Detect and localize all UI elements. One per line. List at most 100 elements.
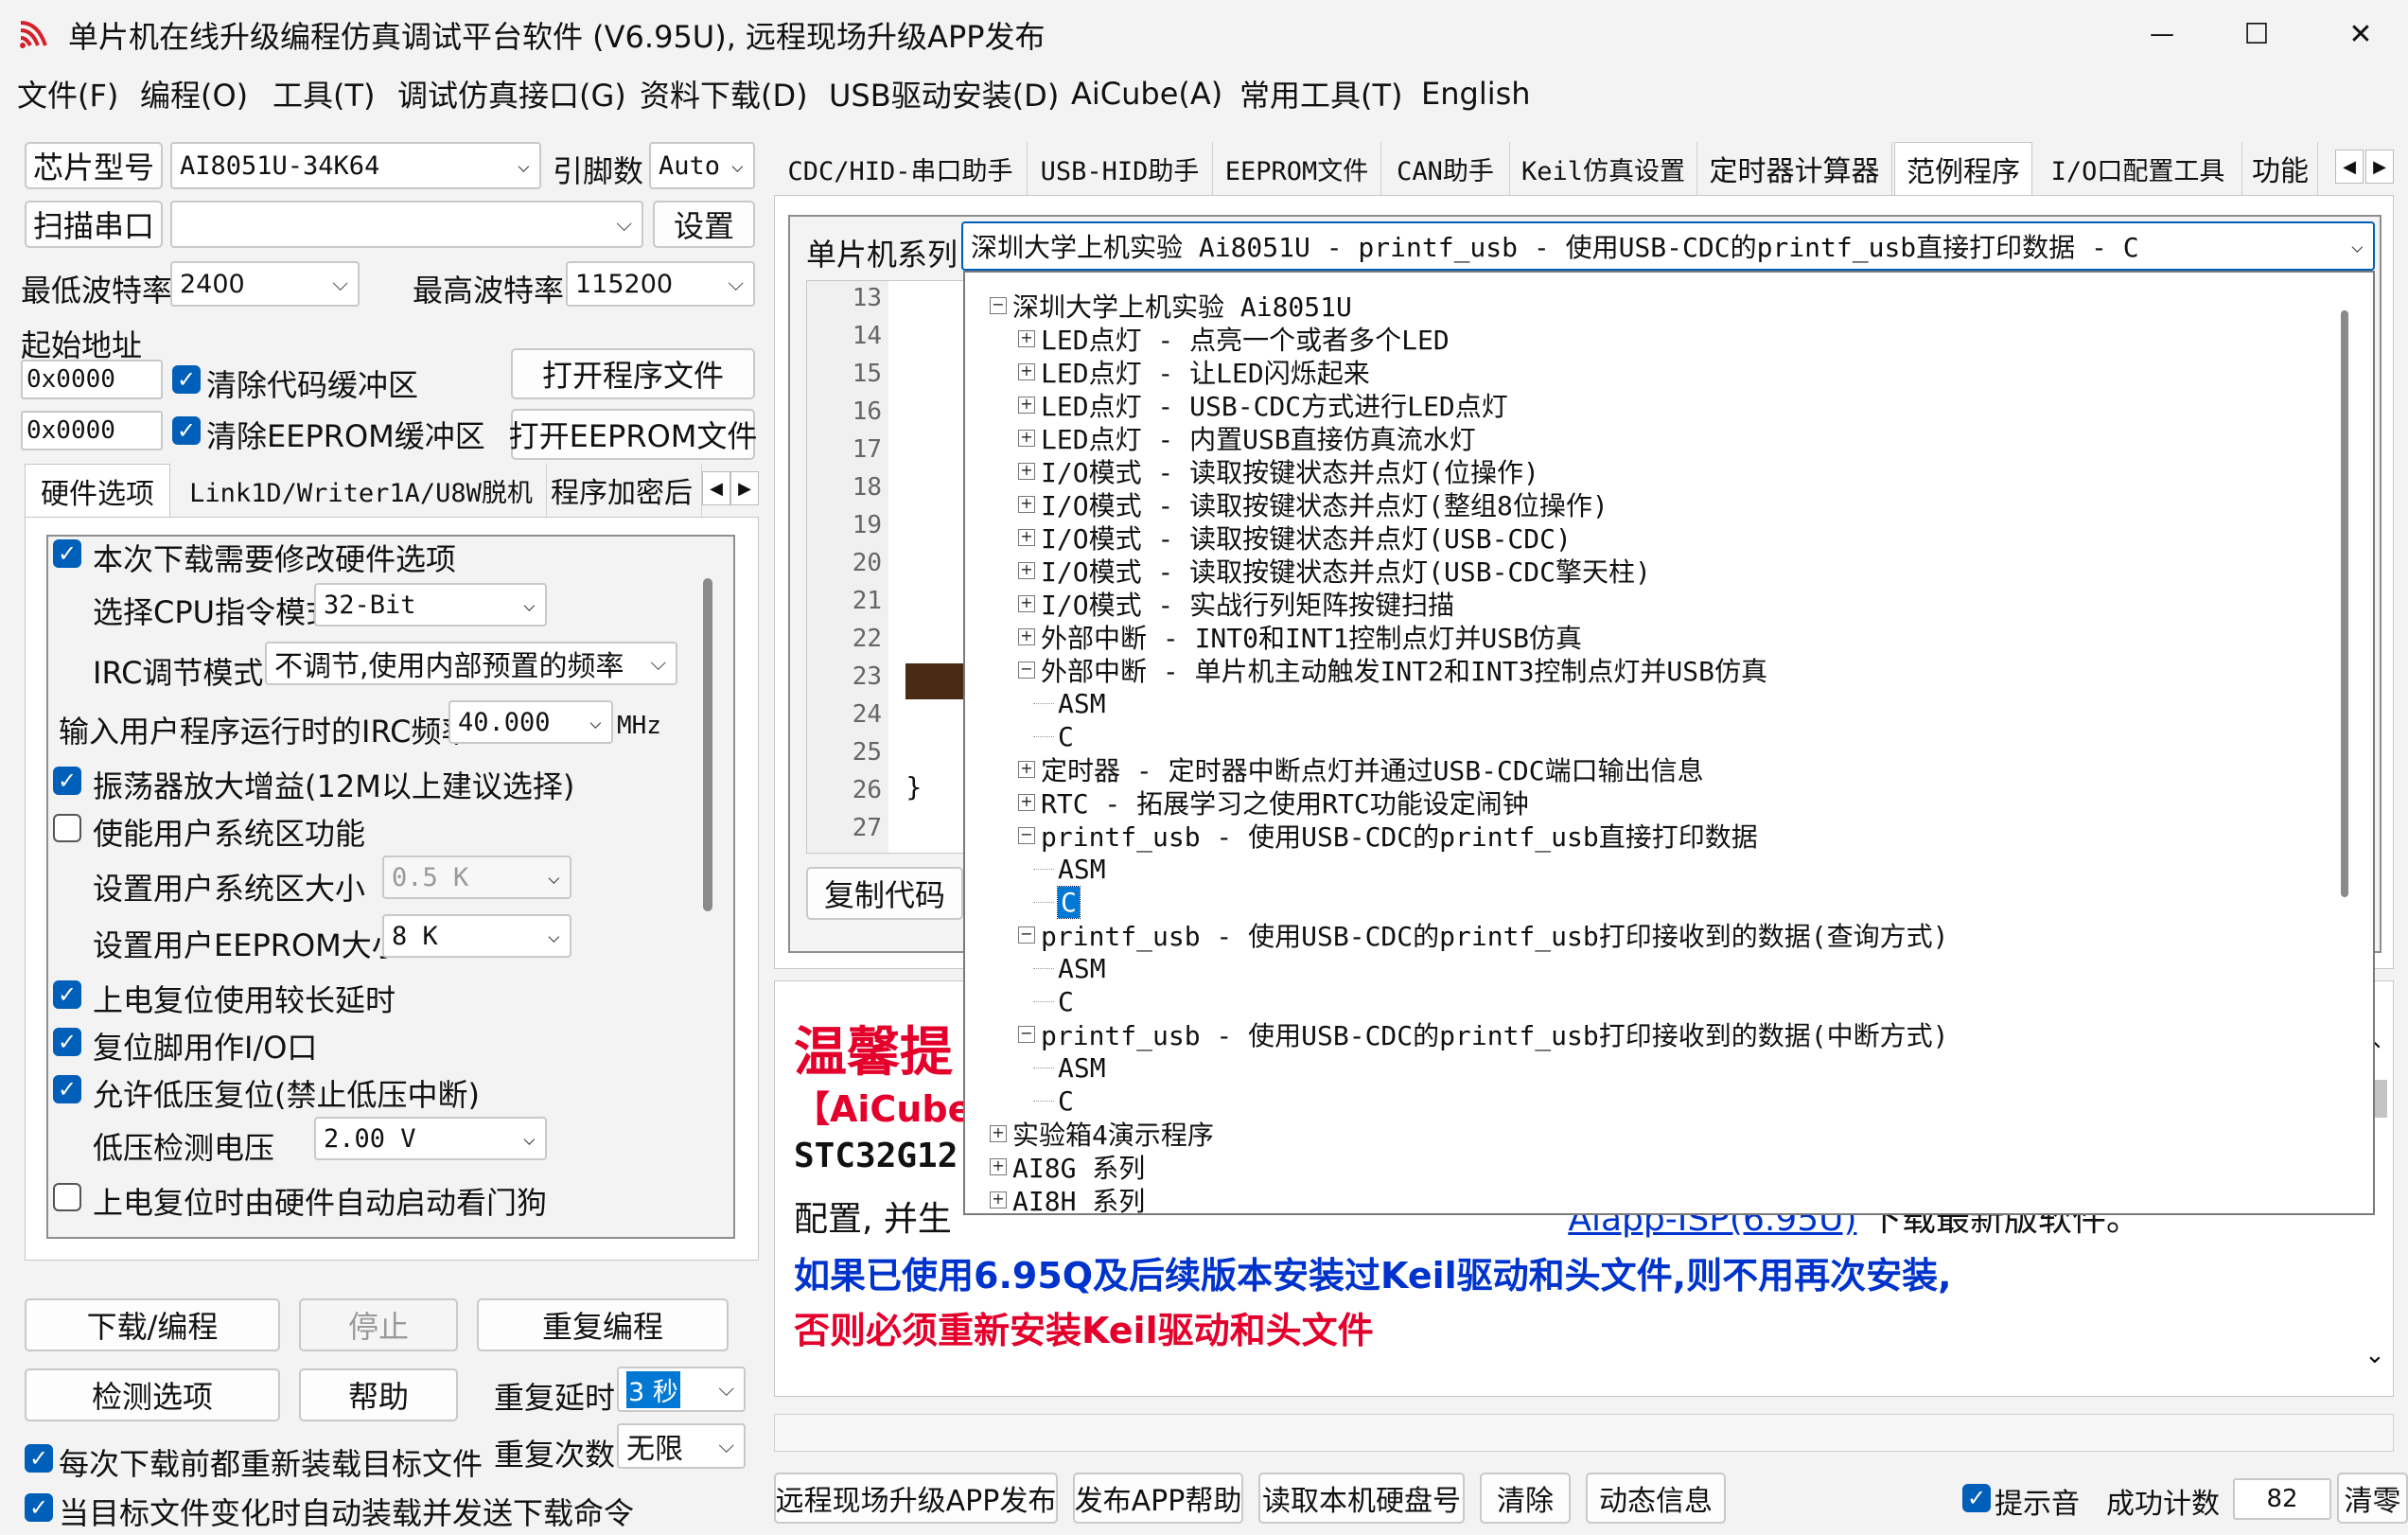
pins-select[interactable]: Auto ⌵ [649,142,755,189]
tree-item[interactable]: I/O模式 - 读取按键状态并点灯(USB-CDC擎天柱) [1041,555,1651,588]
tree-item[interactable]: LED点灯 - USB-CDC方式进行LED点灯 [1041,389,1508,422]
repeat-delay-select[interactable]: 3 秒 ⌵ [617,1367,746,1412]
min-baud-select[interactable]: 2400 ⌵ [170,261,360,307]
minimize-button[interactable]: — [2119,11,2205,57]
irc-freq-select[interactable]: 40.000 ⌵ [448,700,613,744]
code-address-input[interactable]: 0x0000 [21,360,163,399]
tree-item[interactable]: LED点灯 - 让LED闪烁起来 [1041,356,1370,389]
menu-english[interactable]: English [1421,70,1531,117]
expand-icon[interactable]: + [1018,430,1035,447]
options-scrollbar[interactable] [703,578,712,911]
watchdog-checkbox[interactable] [53,1183,81,1211]
lv-select[interactable]: 2.00 V ⌵ [314,1117,547,1160]
expand-icon[interactable]: + [990,1191,1007,1209]
dynamic-info-button[interactable]: 动态信息 [1586,1473,1726,1524]
max-baud-select[interactable]: 115200 ⌵ [566,261,755,307]
chip-model-select[interactable]: AI8051U-34K64 ⌵ [170,142,541,189]
maximize-button[interactable]: ☐ [2214,11,2299,57]
irc-adjust-select[interactable]: 不调节,使用内部预置的频率 ⌵ [265,642,677,685]
tree-item[interactable]: ASM [1058,952,1106,984]
beep-checkbox[interactable] [1962,1484,1991,1512]
tab-eeprom[interactable]: EEPROM文件 [1213,142,1381,195]
tree-item[interactable]: 外部中断 - 单片机主动触发INT2和INT3控制点灯并USB仿真 [1041,654,1767,687]
series-select[interactable]: 深圳大学上机实验 Ai8051U - printf_usb - 使用USB-CD… [961,221,2375,271]
expand-icon[interactable]: + [1018,562,1035,579]
tree-item[interactable]: AI8G 系列 [1012,1151,1145,1184]
cpu-mode-select[interactable]: 32-Bit ⌵ [314,583,547,626]
tab-scroll-right-icon[interactable]: ▶ [730,471,759,505]
chip-model-button[interactable]: 芯片型号 [25,142,163,189]
menu-debug[interactable]: 调试仿真接口(G) [397,70,626,117]
eeprom-address-input[interactable]: 0x0000 [21,411,163,450]
stop-button[interactable]: 停止 [299,1298,458,1351]
tab-offline-writer[interactable]: Link1D/Writer1A/U8W脱机 [176,464,547,517]
menu-file[interactable]: 文件(F) [17,70,118,117]
settings-button[interactable]: 设置 [653,201,755,248]
series-dropdown-tree[interactable]: 深圳大学上机实验 Ai8051U − LED点灯 - 点亮一个或者多个LED + LED… [963,271,2375,1215]
open-program-button[interactable]: 打开程序文件 [511,348,755,399]
expand-icon[interactable]: + [1018,628,1035,645]
menu-usb-driver[interactable]: USB驱动安装(D) [829,70,1059,117]
check-options-button[interactable]: 检测选项 [25,1368,280,1421]
auto-send-checkbox[interactable] [25,1493,53,1522]
low-voltage-checkbox[interactable] [53,1075,81,1103]
collapse-icon[interactable]: − [990,297,1007,314]
tab-io-config[interactable]: I/O口配置工具 [2034,142,2242,195]
menu-tools[interactable]: 工具(T) [272,70,376,117]
clear-eeprom-checkbox[interactable] [172,416,201,445]
tree-item[interactable]: ASM [1058,687,1106,719]
tree-item[interactable]: RTC - 拓展学习之使用RTC功能设定闹钟 [1041,786,1529,820]
expand-icon[interactable]: + [1018,761,1035,778]
tab-functions[interactable]: 功能 [2242,142,2318,195]
tree-item[interactable]: I/O模式 - 读取按键状态并点灯(整组8位操作) [1041,488,1608,521]
expand-icon[interactable]: + [1018,463,1035,480]
expand-icon[interactable]: + [990,1158,1007,1175]
tree-item[interactable]: C [1058,985,1074,1017]
sys-size-select[interactable]: 0.5 K ⌵ [382,856,571,899]
tree-item[interactable]: C [1058,720,1074,752]
tree-item[interactable]: printf_usb - 使用USB-CDC的printf_usb打印接收到的数… [1041,919,1948,952]
tree-item[interactable]: ASM [1058,853,1106,885]
expand-icon[interactable]: + [1018,496,1035,513]
tree-item[interactable]: I/O模式 - 实战行列矩阵按键扫描 [1041,588,1454,621]
tab-examples[interactable]: 范例程序 [1894,142,2032,195]
right-tab-scroll-left-icon[interactable]: ◀ [2335,150,2364,184]
clear-code-checkbox[interactable] [172,365,201,394]
repeat-count-select[interactable]: 无限 ⌵ [617,1423,746,1469]
expand-icon[interactable]: + [990,1125,1007,1142]
tab-cdc-hid[interactable]: CDC/HID-串口助手 [774,142,1028,195]
expand-icon[interactable]: + [1018,363,1035,380]
copy-code-button[interactable]: 复制代码 [806,867,963,920]
eeprom-size-select[interactable]: 8 K ⌵ [382,914,571,958]
tree-item[interactable]: LED点灯 - 内置USB直接仿真流水灯 [1041,422,1476,455]
menu-common-tools[interactable]: 常用工具(T) [1239,70,1403,117]
menu-aicube[interactable]: AiCube(A) [1071,70,1222,117]
scan-port-button[interactable]: 扫描串口 [25,201,163,248]
expand-icon[interactable]: + [1018,529,1035,546]
code-viewer[interactable]: } [806,280,967,854]
tree-item[interactable]: C [1058,1085,1074,1117]
tree-item[interactable]: I/O模式 - 读取按键状态并点灯(USB-CDC) [1041,521,1572,555]
menu-download[interactable]: 资料下载(D) [640,70,808,117]
port-select[interactable]: ⌵ [170,201,643,248]
publish-app-button[interactable]: 远程现场升级APP发布 [774,1473,1058,1524]
menu-program[interactable]: 编程(O) [140,70,248,117]
download-button[interactable]: 下载/编程 [25,1298,280,1351]
clear-button[interactable]: 清除 [1480,1473,1571,1524]
reset-count-button[interactable]: 清零 [2337,1473,2408,1524]
reload-each-checkbox[interactable] [25,1444,53,1473]
publish-help-button[interactable]: 发布APP帮助 [1073,1473,1243,1524]
tree-item[interactable]: AI8H 系列 [1012,1184,1145,1213]
tree-item[interactable]: 外部中断 - INT0和INT1控制点灯并USB仿真 [1041,621,1582,654]
tab-encryption[interactable]: 程序加密后 [551,464,702,517]
expand-icon[interactable]: + [1018,794,1035,811]
tree-item[interactable]: C [1057,885,1081,919]
read-disk-button[interactable]: 读取本机硬盘号 [1258,1473,1465,1524]
collapse-icon[interactable]: − [1018,827,1035,844]
help-button[interactable]: 帮助 [299,1368,458,1421]
tree-item[interactable]: 定时器 - 定时器中断点灯并通过USB-CDC端口输出信息 [1041,753,1704,786]
close-button[interactable]: ✕ [2318,11,2403,57]
user-sys-checkbox[interactable] [53,814,81,842]
long-delay-checkbox[interactable] [53,980,81,1009]
osc-gain-checkbox[interactable] [53,767,81,795]
